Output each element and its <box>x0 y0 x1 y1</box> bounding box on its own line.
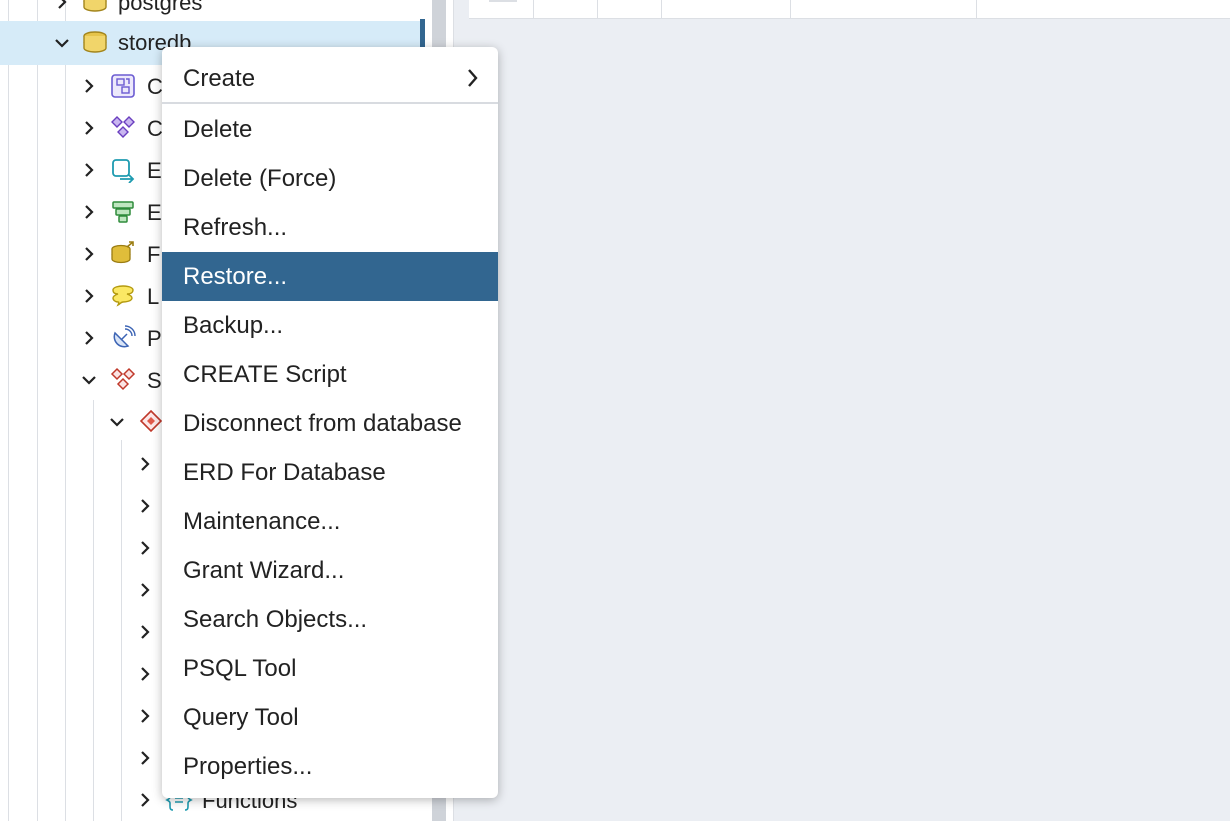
menu-item-label: Restore... <box>183 262 288 290</box>
tree-item-label: P <box>147 326 162 351</box>
menu-item-label: Refresh... <box>183 213 288 241</box>
chevron-down-icon[interactable] <box>77 368 101 392</box>
chevron-right-icon <box>466 67 480 89</box>
tab-cell[interactable] <box>469 0 534 18</box>
menu-item-label: CREATE Script <box>183 360 347 388</box>
menu-item-label: Grant Wizard... <box>183 556 345 584</box>
tree-item-label: C <box>147 74 163 99</box>
menu-item-label: Delete (Force) <box>183 164 337 192</box>
menu-item-label: Maintenance... <box>183 507 341 535</box>
menu-divider <box>162 102 498 104</box>
menu-item-search-objects[interactable]: Search Objects... <box>162 595 498 644</box>
tree-item-label: E <box>147 158 162 183</box>
chevron-right-icon[interactable] <box>50 0 74 14</box>
languages-icon <box>109 282 137 310</box>
database-icon <box>81 0 109 16</box>
menu-item-label: Backup... <box>183 311 284 339</box>
tree-item-label: L <box>147 284 160 309</box>
chevron-right-icon[interactable] <box>77 158 101 182</box>
chevron-right-icon[interactable] <box>133 746 157 770</box>
menu-item-backup[interactable]: Backup... <box>162 301 498 350</box>
chevron-down-icon[interactable] <box>50 31 74 55</box>
tab-cell[interactable] <box>597 0 662 18</box>
tree-item-label: E <box>147 200 162 225</box>
menu-item-properties[interactable]: Properties... <box>162 742 498 791</box>
menu-item-label: Delete <box>183 115 253 143</box>
chevron-right-icon[interactable] <box>133 494 157 518</box>
casts-icon <box>109 72 137 100</box>
menu-item-label: Search Objects... <box>183 605 368 633</box>
tab-cell[interactable] <box>533 0 598 18</box>
menu-item-psql-tool[interactable]: PSQL Tool <box>162 644 498 693</box>
chevron-down-icon[interactable] <box>105 410 129 434</box>
menu-item-disconnect[interactable]: Disconnect from database <box>162 399 498 448</box>
schema-icon <box>137 408 165 436</box>
menu-item-restore[interactable]: Restore... <box>162 252 498 301</box>
menu-item-label: PSQL Tool <box>183 654 297 682</box>
tab-cell[interactable] <box>790 0 977 18</box>
menu-item-maintenance[interactable]: Maintenance... <box>162 497 498 546</box>
tab-cell[interactable] <box>661 0 791 18</box>
menu-item-delete[interactable]: Delete <box>162 105 498 154</box>
menu-item-grant-wizard[interactable]: Grant Wizard... <box>162 546 498 595</box>
menu-item-create[interactable]: Create <box>162 54 498 103</box>
tree-item-label: postgres <box>118 0 203 15</box>
menu-item-erd[interactable]: ERD For Database <box>162 448 498 497</box>
publications-icon <box>109 324 137 352</box>
chevron-right-icon[interactable] <box>77 284 101 308</box>
extensions-icon <box>109 198 137 226</box>
menu-item-label: Properties... <box>183 752 313 780</box>
foreign-data-wrappers-icon <box>109 240 137 268</box>
menu-item-label: Disconnect from database <box>183 409 462 437</box>
chevron-right-icon[interactable] <box>133 704 157 728</box>
chevron-right-icon[interactable] <box>77 74 101 98</box>
chevron-right-icon[interactable] <box>133 536 157 560</box>
chevron-right-icon[interactable] <box>77 200 101 224</box>
menu-item-label: Query Tool <box>183 703 299 731</box>
tab-strip <box>469 0 1230 19</box>
chevron-right-icon[interactable] <box>133 578 157 602</box>
chevron-right-icon[interactable] <box>133 620 157 644</box>
catalogs-icon <box>109 114 137 142</box>
database-icon <box>81 29 109 57</box>
menu-item-refresh[interactable]: Refresh... <box>162 203 498 252</box>
chevron-right-icon[interactable] <box>133 662 157 686</box>
chevron-right-icon[interactable] <box>77 116 101 140</box>
tree-item-postgres[interactable]: postgres <box>0 0 425 23</box>
tree-item-label: F <box>147 242 161 267</box>
menu-item-query-tool[interactable]: Query Tool <box>162 693 498 742</box>
main-workspace <box>453 0 1230 821</box>
menu-item-create-script[interactable]: CREATE Script <box>162 350 498 399</box>
menu-item-label: ERD For Database <box>183 458 386 486</box>
menu-item-delete-force[interactable]: Delete (Force) <box>162 154 498 203</box>
event-triggers-icon <box>109 156 137 184</box>
menu-item-label: Create <box>183 64 256 92</box>
tree-item-label: C <box>147 116 163 141</box>
tree-item-label: S <box>147 368 162 393</box>
chevron-right-icon[interactable] <box>133 452 157 476</box>
context-menu: Create Delete Delete (Force) Refresh... … <box>162 47 498 798</box>
schemas-icon <box>109 366 137 394</box>
chevron-right-icon[interactable] <box>77 326 101 350</box>
chevron-right-icon[interactable] <box>133 788 157 812</box>
chevron-right-icon[interactable] <box>77 242 101 266</box>
